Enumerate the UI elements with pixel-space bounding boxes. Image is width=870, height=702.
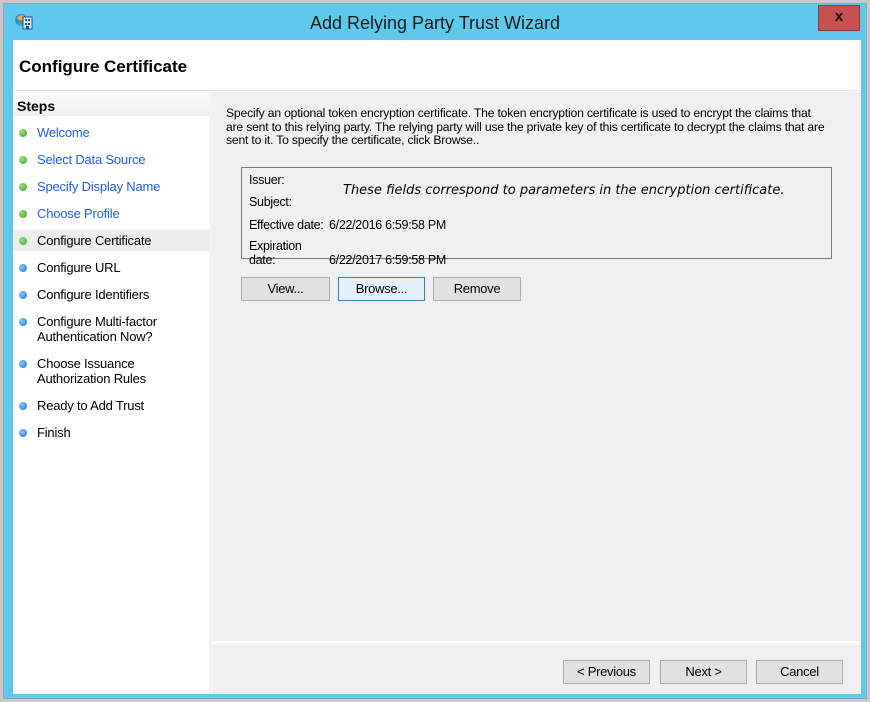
step-label: Select Data Source <box>37 152 146 167</box>
step-issuance-authorization-rules: Choose Issuance Authorization Rules <box>13 353 157 389</box>
browse-button[interactable]: Browse... <box>338 277 425 301</box>
step-label: Configure Identifiers <box>37 287 150 302</box>
close-icon: x <box>834 8 844 25</box>
step-label: Configure Certificate <box>37 233 152 248</box>
step-complete-icon <box>19 183 27 191</box>
cancel-button[interactable]: Cancel <box>756 660 843 684</box>
effective-date-label: Effective date: <box>249 218 324 232</box>
step-current-icon <box>19 237 27 245</box>
step-pending-icon <box>19 318 27 326</box>
step-pending-icon <box>19 291 27 299</box>
step-label: Welcome <box>37 125 90 140</box>
window-title: Add Relying Party Trust Wizard <box>309 13 561 33</box>
certificate-details-box: Issuer: Subject: Effective date: 6/22/201… <box>241 167 832 267</box>
step-complete-icon <box>19 129 27 137</box>
step-pending-icon <box>19 264 27 272</box>
step-label: Ready to Add Trust <box>37 398 144 413</box>
step-configure-mfa: Configure Multi-factor Authentication No… <box>13 311 177 347</box>
step-label: Configure URL <box>37 260 121 275</box>
step-configure-url: Configure URL <box>13 257 209 278</box>
step-select-data-source[interactable]: Select Data Source <box>13 149 209 170</box>
expiration-date-value: 6/22/2017 6:59:58 PM <box>329 253 447 267</box>
page-title: Configure Certificate <box>19 57 188 76</box>
step-label: Finish <box>37 425 71 440</box>
effective-date-row: Effective date: 6/22/2016 6:59:58 PM <box>249 218 446 232</box>
steps-heading: Steps <box>13 92 209 116</box>
effective-date-value: 6/22/2016 6:59:58 PM <box>329 218 447 232</box>
annotation-note: These fields correspond to parameters in… <box>343 183 785 198</box>
close-button[interactable]: x <box>818 5 860 31</box>
issuer-label: Issuer: <box>249 173 285 187</box>
title-bar[interactable]: Add Relying Party Trust Wizard x <box>4 4 866 40</box>
issuer-row: Issuer: <box>249 173 329 187</box>
main-panel: Specify an optional token encryption cer… <box>212 92 861 641</box>
step-configure-certificate: Configure Certificate <box>13 230 209 251</box>
step-ready-to-add-trust: Ready to Add Trust <box>13 395 209 416</box>
subject-row: Subject: <box>249 195 329 209</box>
previous-button[interactable]: < Previous <box>563 660 650 684</box>
wizard-window: Add Relying Party Trust Wizard x Configu… <box>3 3 867 699</box>
step-label: Specify Display Name <box>37 179 161 194</box>
step-pending-icon <box>19 402 27 410</box>
step-complete-icon <box>19 210 27 218</box>
step-configure-identifiers: Configure Identifiers <box>13 284 209 305</box>
wizard-footer: < Previous Next > Cancel <box>212 643 861 694</box>
page-header: Configure Certificate <box>13 40 861 91</box>
step-label: Configure Multi-factor Authentication No… <box>37 314 157 344</box>
expiration-date-row: Expiration date: 6/22/2017 6:59:58 PM <box>249 239 446 267</box>
step-label: Choose Profile <box>37 206 120 221</box>
remove-button[interactable]: Remove <box>433 277 521 301</box>
step-pending-icon <box>19 360 27 368</box>
step-choose-profile[interactable]: Choose Profile <box>13 203 209 224</box>
step-finish: Finish <box>13 422 209 443</box>
expiration-date-label: Expiration date: <box>249 239 302 267</box>
step-complete-icon <box>19 156 27 164</box>
steps-panel: Steps Welcome Select Data Source Specify… <box>13 92 209 694</box>
subject-label: Subject: <box>249 195 292 209</box>
step-pending-icon <box>19 429 27 437</box>
step-label: Choose Issuance Authorization Rules <box>37 356 146 386</box>
wizard-client-area: Configure Certificate Steps Welcome Sele… <box>13 40 861 694</box>
next-button[interactable]: Next > <box>660 660 747 684</box>
step-specify-display-name[interactable]: Specify Display Name <box>13 176 209 197</box>
description-text: Specify an optional token encryption cer… <box>226 106 825 147</box>
view-button[interactable]: View... <box>241 277 330 301</box>
step-welcome[interactable]: Welcome <box>13 122 209 143</box>
